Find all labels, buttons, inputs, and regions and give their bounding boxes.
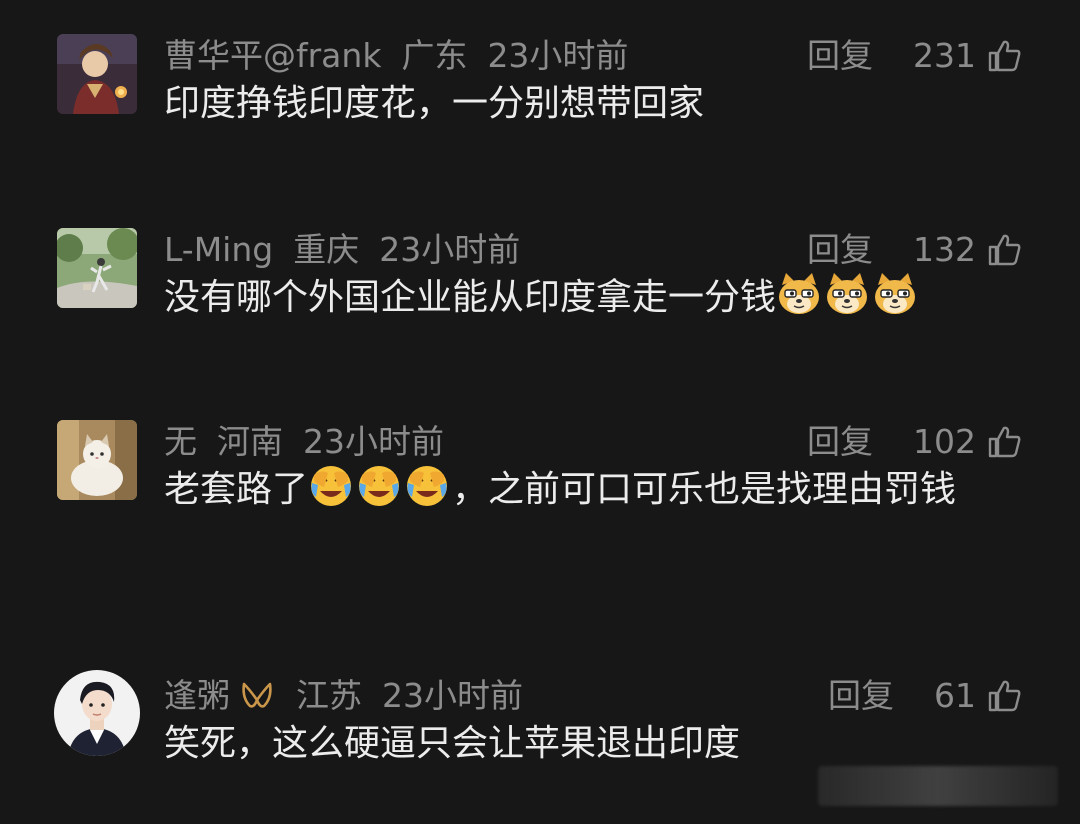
timestamp: 23小时前 [487,36,629,75]
avatar[interactable] [57,228,137,308]
doge-emoji [827,273,868,314]
comment-meta: 逢粥 江苏 23小时前 [164,674,543,718]
doge-emoji [779,273,820,314]
comment-meta: L-Ming 重庆 23小时前 [164,228,540,272]
like-count: 132 [913,230,976,269]
location: 广东 [401,36,468,75]
facepalm-laugh-emoji [311,466,352,506]
username[interactable]: 曹华平@frank [164,36,381,75]
reply-button[interactable]: 回复 [807,34,873,78]
timestamp: 23小时前 [303,422,444,461]
comment-text-before: 老套路了 [164,469,309,510]
reply-button[interactable]: 回复 [828,674,894,718]
comment-actions: 回复 231 [807,34,1022,78]
thumbs-up-icon[interactable] [986,678,1022,714]
like-count: 231 [913,36,976,75]
reply-button[interactable]: 回复 [807,420,873,464]
crown-badge-icon [242,682,272,708]
location: 江苏 [296,676,362,715]
comment-item: 无河南 23小时前 回复 102 老套路了 ，之前可口可乐也是找理由罚钱 [0,420,1080,590]
watermark [818,766,1058,806]
username[interactable]: 逢粥 [164,676,230,715]
comment-text: 老套路了 ，之前可口可乐也是找理由罚钱 [164,460,1004,520]
comment-item: L-Ming 重庆 23小时前 回复 132 没有哪个外国企业能从印度拿走一分钱 [0,228,1080,338]
comment-meta: 无河南 23小时前 [164,420,464,464]
comment-meta: 曹华平@frank 广东 23小时前 [164,34,648,78]
timestamp: 23小时前 [382,676,523,715]
like-count: 61 [934,676,976,715]
facepalm-laugh-emoji [407,466,448,506]
comment-actions: 回复 102 [807,420,1022,464]
doge-emoji [875,273,916,314]
comment-actions: 回复 132 [807,228,1022,272]
username[interactable]: L-Ming [164,230,273,269]
reply-button[interactable]: 回复 [807,228,873,272]
comment-text: 没有哪个外国企业能从印度拿走一分钱 [164,268,1024,328]
comment-text-content: 没有哪个外国企业能从印度拿走一分钱 [164,277,777,318]
thumbs-up-icon[interactable] [986,424,1022,460]
comment-text: 印度挣钱印度花，一分别想带回家 [164,83,705,124]
comment-item: 曹华平@frank 广东 23小时前 回复 231 印度挣钱印度花，一分别想带回家 [0,34,1080,144]
comment-text: 笑死，这么硬逼只会让苹果退出印度 [164,723,741,764]
location: 河南 [217,422,283,461]
avatar[interactable] [57,34,137,114]
timestamp: 23小时前 [379,230,521,269]
avatar[interactable] [54,670,140,756]
like-count: 102 [913,422,976,461]
thumbs-up-icon[interactable] [986,232,1022,268]
username[interactable]: 无 [164,422,197,461]
comment-text-after: ，之前可口可乐也是找理由罚钱 [452,469,957,510]
facepalm-laugh-emoji [359,466,400,506]
comment-actions: 回复 61 [828,674,1022,718]
avatar[interactable] [57,420,137,500]
thumbs-up-icon[interactable] [986,38,1022,74]
location: 重庆 [293,230,360,269]
